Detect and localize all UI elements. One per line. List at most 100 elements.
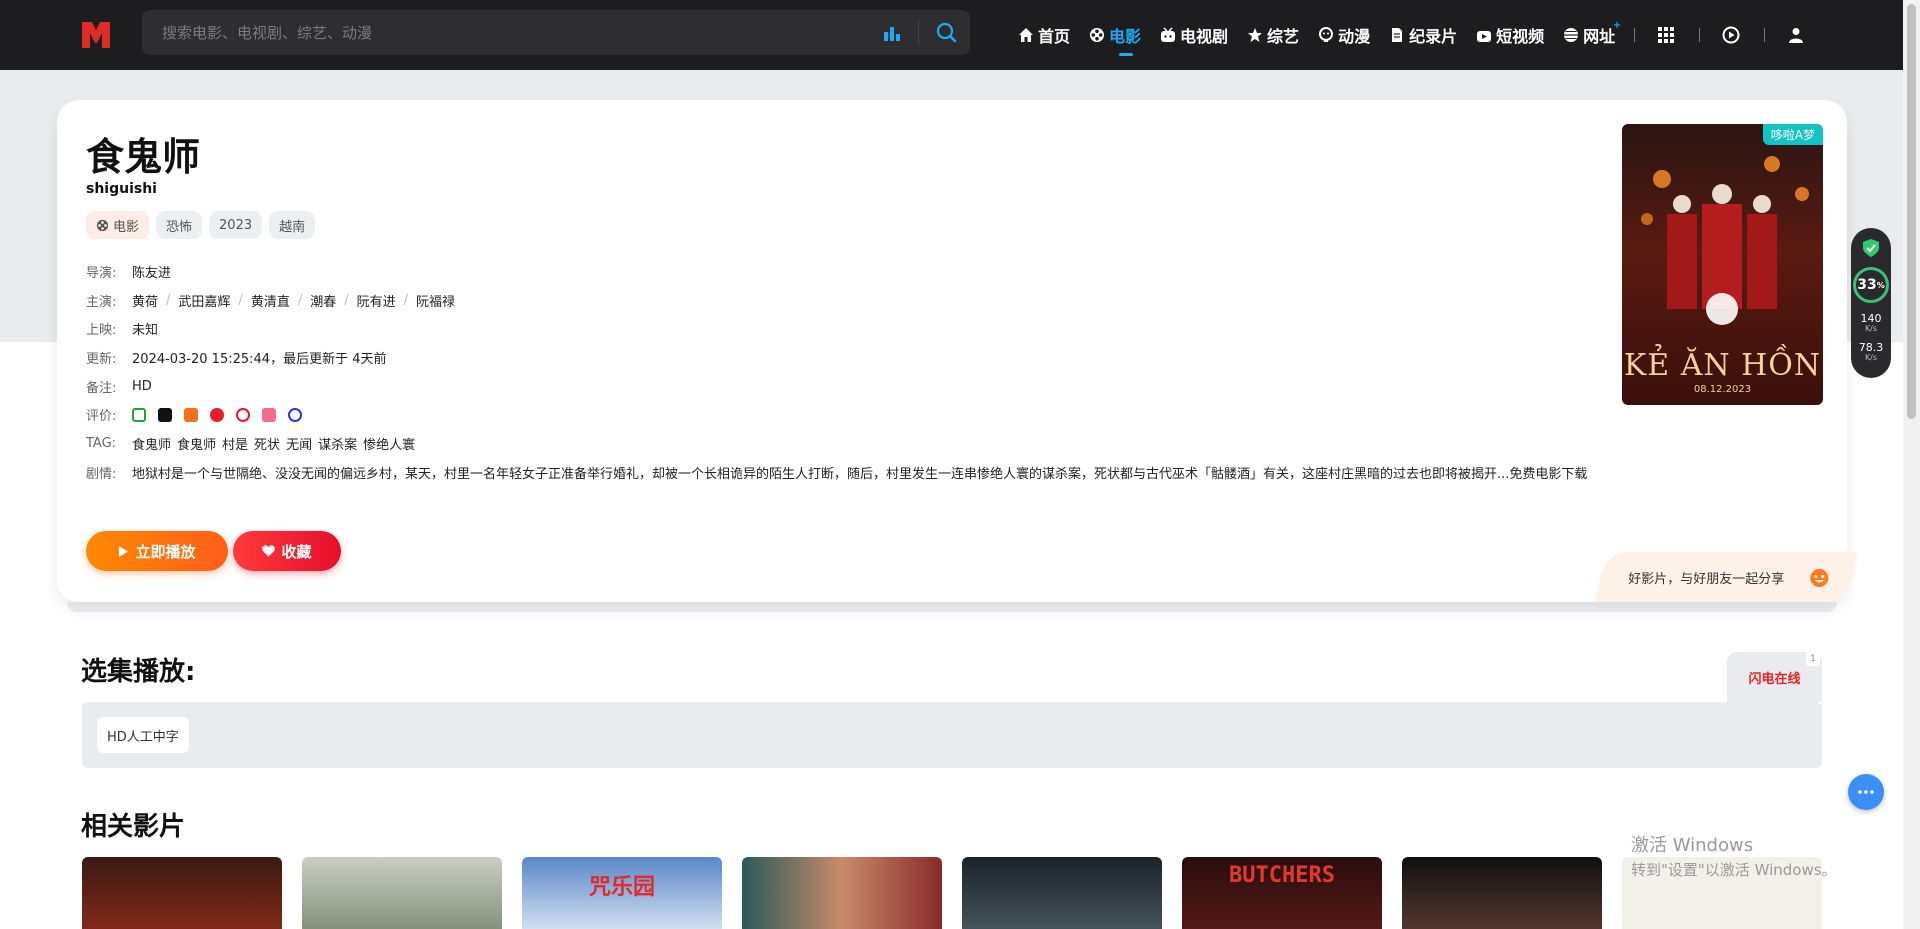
episode-list: HD人工中字 [82, 702, 1822, 768]
heart-icon [262, 545, 276, 557]
tag-genre[interactable]: 恐怖 [156, 211, 203, 239]
speed-widget[interactable]: 33% 140 K/s 78.3 K/s [1851, 228, 1891, 378]
movie-poster[interactable]: 哆啦A梦 KẺ ĂN HỒN 08.12.2023 [1622, 124, 1823, 405]
poster-title: KẺ ĂN HỒN [1623, 348, 1822, 383]
baidu-icon[interactable] [288, 407, 302, 422]
poster-date: 08.12.2023 [1693, 384, 1752, 395]
related-thumb[interactable] [742, 857, 942, 929]
tag-region[interactable]: 越南 [269, 211, 316, 239]
actor-link[interactable]: 阮有进 [357, 291, 396, 310]
nav-divider [1634, 28, 1636, 42]
search-divider [918, 20, 919, 45]
note-row: 备注: HD [86, 378, 152, 396]
scrollbar-thumb[interactable] [1907, 4, 1916, 419]
nav-item-variety[interactable]: 综艺 [1247, 0, 1299, 70]
play-icon [119, 545, 129, 557]
document-icon [1392, 28, 1403, 42]
nav-divider [1764, 28, 1766, 42]
actor-link[interactable]: 黄荷 [132, 291, 158, 310]
short-video-icon [1477, 31, 1492, 42]
globe-icon [1564, 28, 1579, 42]
plot-row: 剧情: 地狱村是一个与世隔绝、没没无闻的偏远乡村，某天，村里一名年轻女子正准备举… [86, 458, 1646, 487]
plot-text: 地狱村是一个与世隔绝、没没无闻的偏远乡村，某天，村里一名年轻女子正准备举行婚礼，… [132, 466, 1588, 482]
tag-year[interactable]: 2023 [209, 211, 263, 239]
episode-button[interactable]: HD人工中字 [97, 717, 189, 753]
director-link[interactable]: 陈友进 [132, 262, 171, 281]
tag-link[interactable]: 村是 [222, 434, 248, 453]
tag-link[interactable]: 惨绝人寰 [363, 434, 415, 453]
anime-face-icon [1319, 27, 1334, 42]
grid-menu-icon[interactable] [1655, 24, 1677, 46]
youku-icon[interactable] [210, 407, 224, 422]
source-tab[interactable]: 闪电在线 1 [1727, 652, 1822, 702]
actor-link[interactable]: 黄清直 [251, 291, 290, 310]
search-icon[interactable] [932, 18, 962, 48]
share-panel[interactable]: 好影片，与好朋友一起分享 [1595, 552, 1858, 602]
related-thumb[interactable] [302, 857, 502, 929]
tag-list: 电影 恐怖 2023 越南 [86, 211, 316, 239]
actor-link[interactable]: 潮春 [310, 291, 336, 310]
related-thumb[interactable] [962, 857, 1162, 929]
updated-row: 更新: 2024-03-20 15:25:44，最后更新于 4天前 [86, 351, 387, 367]
nav-item-anime[interactable]: 动漫 [1318, 0, 1370, 70]
play-button[interactable]: 立即播放 [86, 531, 228, 571]
film-reel-icon [96, 219, 109, 231]
favorite-button[interactable]: 收藏 [233, 531, 341, 571]
douyin-icon[interactable] [158, 407, 172, 422]
windows-activation-watermark: 激活 Windows 转到"设置"以激活 Windows。 [1631, 835, 1837, 879]
related-title: 相关影片 [81, 812, 186, 842]
actor-link[interactable]: 阮福禄 [416, 291, 455, 310]
weibo-icon[interactable] [236, 407, 250, 422]
tv-icon [1161, 27, 1176, 42]
tag-category[interactable]: 电影 [86, 211, 150, 239]
rating-row: 评价: [86, 400, 1646, 429]
shield-check-icon [1861, 238, 1881, 258]
movie-meta: 导演: 陈友进 主演: 黄荷 / 武田嘉辉 / 黄清直 / 潮春 / 阮有进 / 阮福禄 … [86, 257, 1646, 487]
ranking-icon[interactable] [882, 23, 902, 43]
memory-percent: 33% [1853, 267, 1889, 303]
release-row: 上映: 未知 [86, 323, 159, 339]
cast-row: 主演: 黄荷 / 武田嘉辉 / 黄清直 / 潮春 / 阮有进 / 阮福禄 [86, 291, 456, 310]
movie-detail-card: 食鬼师 shiguishi 电影 恐怖 2023 越南 导演: 陈友进 主演: … [57, 100, 1858, 612]
search-bar [142, 10, 970, 55]
actor-link[interactable]: 武田嘉辉 [178, 291, 230, 310]
poster-badge: 哆啦A梦 [1762, 124, 1823, 145]
nav-badge: + [1612, 20, 1622, 31]
download-speed: 78.3 K/s [1858, 341, 1884, 362]
user-icon[interactable] [1785, 24, 1807, 46]
share-text: 好影片，与好朋友一起分享 [1628, 571, 1785, 587]
page-title: 食鬼师 [86, 135, 201, 179]
nav-item-home[interactable]: 首页 [1018, 0, 1070, 70]
film-reel-icon [1090, 28, 1105, 42]
home-icon [1019, 28, 1033, 42]
nav-divider [1699, 28, 1701, 42]
nav-item-short-video[interactable]: 短视频 [1476, 0, 1544, 70]
site-logo[interactable] [80, 20, 112, 50]
related-thumb[interactable]: BUTCHERS [1182, 857, 1382, 929]
toutiao-icon[interactable] [184, 407, 198, 422]
tag-link[interactable]: 食鬼师 [177, 434, 216, 453]
related-thumb[interactable] [82, 857, 282, 929]
search-input[interactable] [162, 10, 822, 55]
related-thumb[interactable] [1402, 857, 1602, 929]
history-play-icon[interactable] [1720, 24, 1742, 46]
bilibili-icon[interactable] [262, 407, 276, 422]
nav-item-movie[interactable]: 电影 [1089, 0, 1141, 70]
movie-pinyin: shiguishi [86, 181, 157, 197]
tag-link[interactable]: 谋杀案 [318, 434, 357, 453]
nav-item-documentary[interactable]: 纪录片 [1389, 0, 1457, 70]
tag-link[interactable]: 食鬼师 [132, 434, 171, 453]
upload-speed: 140 K/s [1860, 312, 1882, 333]
douban-icon[interactable] [132, 407, 146, 422]
source-count: 1 [1806, 652, 1820, 666]
related-thumb[interactable]: 咒乐园 [522, 857, 722, 929]
tag-row: TAG: 食鬼师 食鬼师 村是 死状 无闻 谋杀案 惨绝人寰 [86, 434, 416, 453]
more-dots-icon [1858, 790, 1874, 794]
nav-item-links[interactable]: 网址 + [1563, 0, 1621, 70]
chat-button[interactable] [1848, 774, 1884, 810]
page-scrollbar[interactable] [1903, 0, 1920, 929]
tag-link[interactable]: 死状 [254, 434, 280, 453]
main-nav: 首页 电影 电视剧 综艺 动漫 纪录片 短视频 网址 + [1018, 0, 1829, 70]
tag-link[interactable]: 无闻 [286, 434, 312, 453]
nav-item-tv[interactable]: 电视剧 [1160, 0, 1228, 70]
